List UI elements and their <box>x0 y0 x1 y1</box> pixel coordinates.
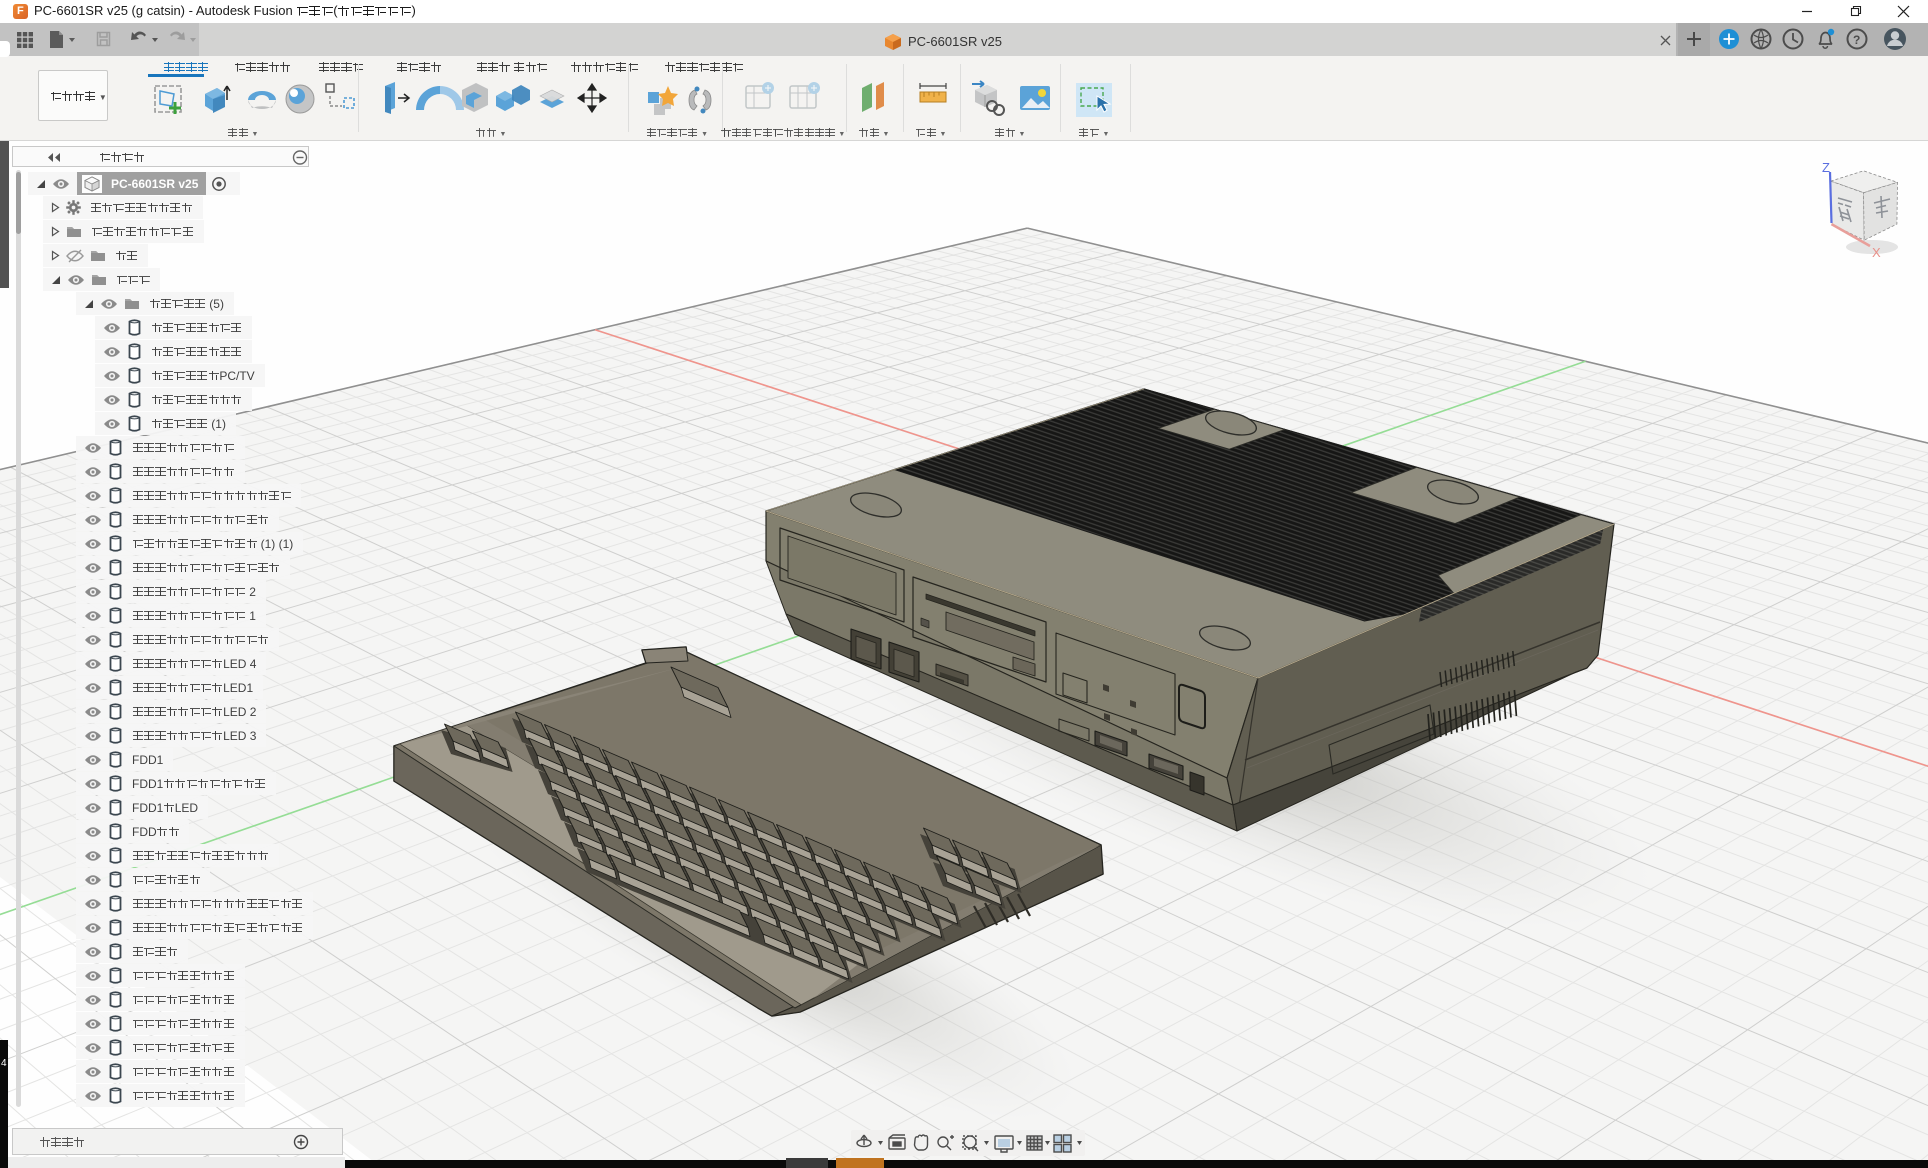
svg-text:?: ? <box>1853 33 1860 47</box>
svg-text:Z: Z <box>1822 160 1830 175</box>
svg-text:X: X <box>1872 245 1881 260</box>
